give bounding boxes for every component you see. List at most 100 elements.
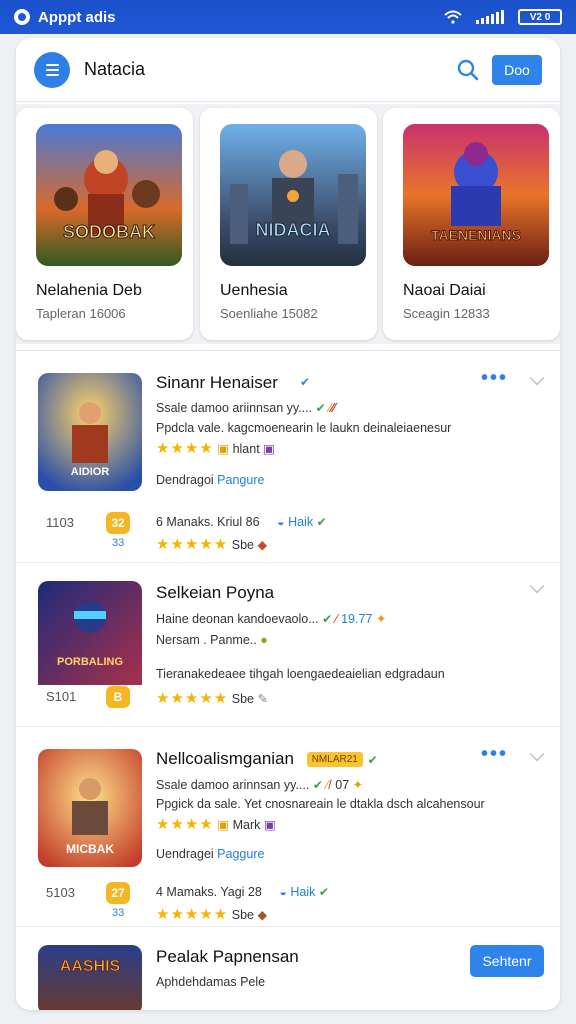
featured-subtitle: Tapleran 16006 xyxy=(36,306,126,321)
app-icon: PORBALING xyxy=(38,581,142,699)
meta-secondary: Sbe xyxy=(231,538,254,552)
chevron-down-icon[interactable] xyxy=(529,578,545,594)
verified-icon: ✔ xyxy=(300,375,311,389)
tool-icon: ✎ xyxy=(257,692,268,706)
version-text: 07 xyxy=(335,778,350,792)
app-name: Nellcoalismganian xyxy=(156,749,294,768)
gift-icon: ▣ xyxy=(263,818,276,832)
svg-text:AASHIS: AASHIS xyxy=(60,958,121,975)
featured-subtitle: Sceagin 12833 xyxy=(403,306,490,321)
featured-subtitle: Soenliahe 15082 xyxy=(220,306,318,321)
menu-button[interactable] xyxy=(34,51,70,88)
stat-number: S101 xyxy=(46,689,77,704)
rating-stars: ★★★★★ xyxy=(156,536,229,553)
list-item[interactable]: AIDIOR Sinanr Henaiser ✔ ••• Ssale damoo… xyxy=(16,351,560,563)
chevron-down-icon[interactable] xyxy=(529,370,545,386)
meta-info: 4 Mamaks. Yagi 28 xyxy=(156,885,262,899)
stat-number: 5103 xyxy=(46,885,75,900)
list-item[interactable]: MICBAK Nellcoalismganian NMLAR21 ✔ ••• S… xyxy=(16,727,560,927)
meta-secondary: Sbe xyxy=(231,692,254,706)
level-badge: 32 xyxy=(106,512,130,534)
main-panel: Natacia Doo SODOBAK Nelahenia Deb Tapler… xyxy=(16,38,560,1010)
search-button[interactable] xyxy=(456,58,480,82)
featured-card[interactable]: NIDACIA Uenhesia Soenliahe 15082 xyxy=(200,108,377,340)
app-tagline: Tieranakedeaee tihgah loengaedeaielian e… xyxy=(156,667,445,681)
list-item[interactable]: PORBALING Selkeian Poyna Haine deonan ka… xyxy=(16,563,560,727)
chevron-down-icon[interactable] xyxy=(529,746,545,762)
gift-icon: ▣ xyxy=(263,442,275,456)
status-bar: Apppt adis V2 0 xyxy=(0,0,576,34)
rating-stars: ★★★★ xyxy=(156,440,214,457)
app-description: Aphdehdamas Pele xyxy=(156,975,266,989)
app-details: Ppdcla vale. kagcmoenearin le laukn dein… xyxy=(156,421,452,435)
meta-secondary: Sbe xyxy=(231,908,254,922)
meta-link[interactable]: Haik xyxy=(290,885,315,899)
app-description: Ssale damoo ariinnsan yy.... xyxy=(156,401,313,415)
more-options-button[interactable]: ••• xyxy=(481,743,508,766)
app-name: Sinanr Henaiser xyxy=(156,373,278,392)
list-item[interactable]: AASHIS Pealak Papnensan Aphdehdamas Pele… xyxy=(16,927,560,1010)
app-name: Pealak Papnensan xyxy=(156,947,299,966)
stat-number: 1103 xyxy=(46,515,74,530)
page-title: Natacia xyxy=(84,59,146,79)
category-prefix: Dendragoi xyxy=(156,473,214,487)
featured-artwork: NIDACIA xyxy=(220,124,366,266)
level-badge: B xyxy=(106,686,130,708)
app-icon: AASHIS xyxy=(38,945,142,1010)
badge-subtext: 33 xyxy=(112,537,125,549)
app-icon: AIDIOR xyxy=(38,373,142,491)
svg-text:PORBALING: PORBALING xyxy=(57,656,123,668)
top-bar: Natacia Doo xyxy=(16,38,560,102)
version-link[interactable]: 19.77 xyxy=(341,612,372,626)
app-details: Ppgick da sale. Yet cnosnareain le dtakl… xyxy=(156,797,485,811)
rating-stars: ★★★★ xyxy=(156,816,214,833)
bowl-icon: ◒ xyxy=(279,885,287,899)
badge-subtext: 33 xyxy=(112,907,125,919)
rating-text: hlant xyxy=(232,442,260,456)
status-app-name: Apppt adis xyxy=(38,8,116,26)
rating-stars: ★★★★★ xyxy=(156,690,229,707)
svg-text:SODOBAK: SODOBAK xyxy=(63,222,155,242)
featured-card[interactable]: TAENENIANS Naoai Daiai Sceagin 12833 xyxy=(383,108,560,340)
more-options-button[interactable]: ••• xyxy=(481,367,508,390)
featured-title: Nelahenia Deb xyxy=(36,282,142,299)
trophy-icon: ▣ xyxy=(217,818,230,832)
svg-text:AIDIOR: AIDIOR xyxy=(71,466,110,478)
app-tag: NMLAR21 xyxy=(306,752,363,768)
featured-artwork: SODOBAK xyxy=(36,124,182,266)
select-button[interactable]: Sehtenr xyxy=(470,945,544,977)
featured-card[interactable]: SODOBAK Nelahenia Deb Tapleran 16006 xyxy=(16,108,193,340)
check-icon: ✔ xyxy=(315,401,329,415)
svg-text:NIDACIA: NIDACIA xyxy=(256,220,331,240)
rating-stars: ★★★★★ xyxy=(156,906,229,923)
leaf-icon: ◆ xyxy=(257,908,268,922)
level-badge: 27 xyxy=(106,882,130,904)
category-prefix: Uendragei xyxy=(156,847,214,861)
leaf-icon: ◆ xyxy=(257,538,268,552)
featured-title: Uenhesia xyxy=(220,282,288,299)
svg-text:MICBAK: MICBAK xyxy=(66,842,114,856)
done-button[interactable]: Doo xyxy=(492,54,542,85)
featured-title: Naoai Daiai xyxy=(403,282,486,299)
category-link[interactable]: Pangure xyxy=(217,473,264,487)
search-icon xyxy=(457,59,479,80)
wifi-icon xyxy=(444,10,462,24)
app-description: Ssale damoo arinnsan yy.... xyxy=(156,778,310,792)
app-logo-icon xyxy=(14,9,30,25)
bowl-icon: ◒ xyxy=(277,515,285,529)
app-name: Selkeian Poyna xyxy=(156,583,275,602)
rating-text: Mark xyxy=(232,818,261,832)
meta-info: 6 Manaks. Kriul 86 xyxy=(156,515,260,529)
coin-icon: ● xyxy=(260,633,268,647)
battery-icon: V2 0 xyxy=(518,9,562,25)
featured-artwork: TAENENIANS xyxy=(403,124,549,266)
menu-icon xyxy=(45,63,59,66)
category-link[interactable]: Paggure xyxy=(217,847,264,861)
app-icon: MICBAK xyxy=(38,749,142,867)
app-description: Haine deonan kandoevaolo... xyxy=(156,612,319,626)
app-list: AIDIOR Sinanr Henaiser ✔ ••• Ssale damoo… xyxy=(16,350,560,1010)
app-details: Nersam . Panme.. xyxy=(156,633,257,647)
signal-icon xyxy=(476,10,504,24)
trophy-icon: ▣ xyxy=(217,442,230,456)
meta-link[interactable]: Haik xyxy=(288,515,313,529)
